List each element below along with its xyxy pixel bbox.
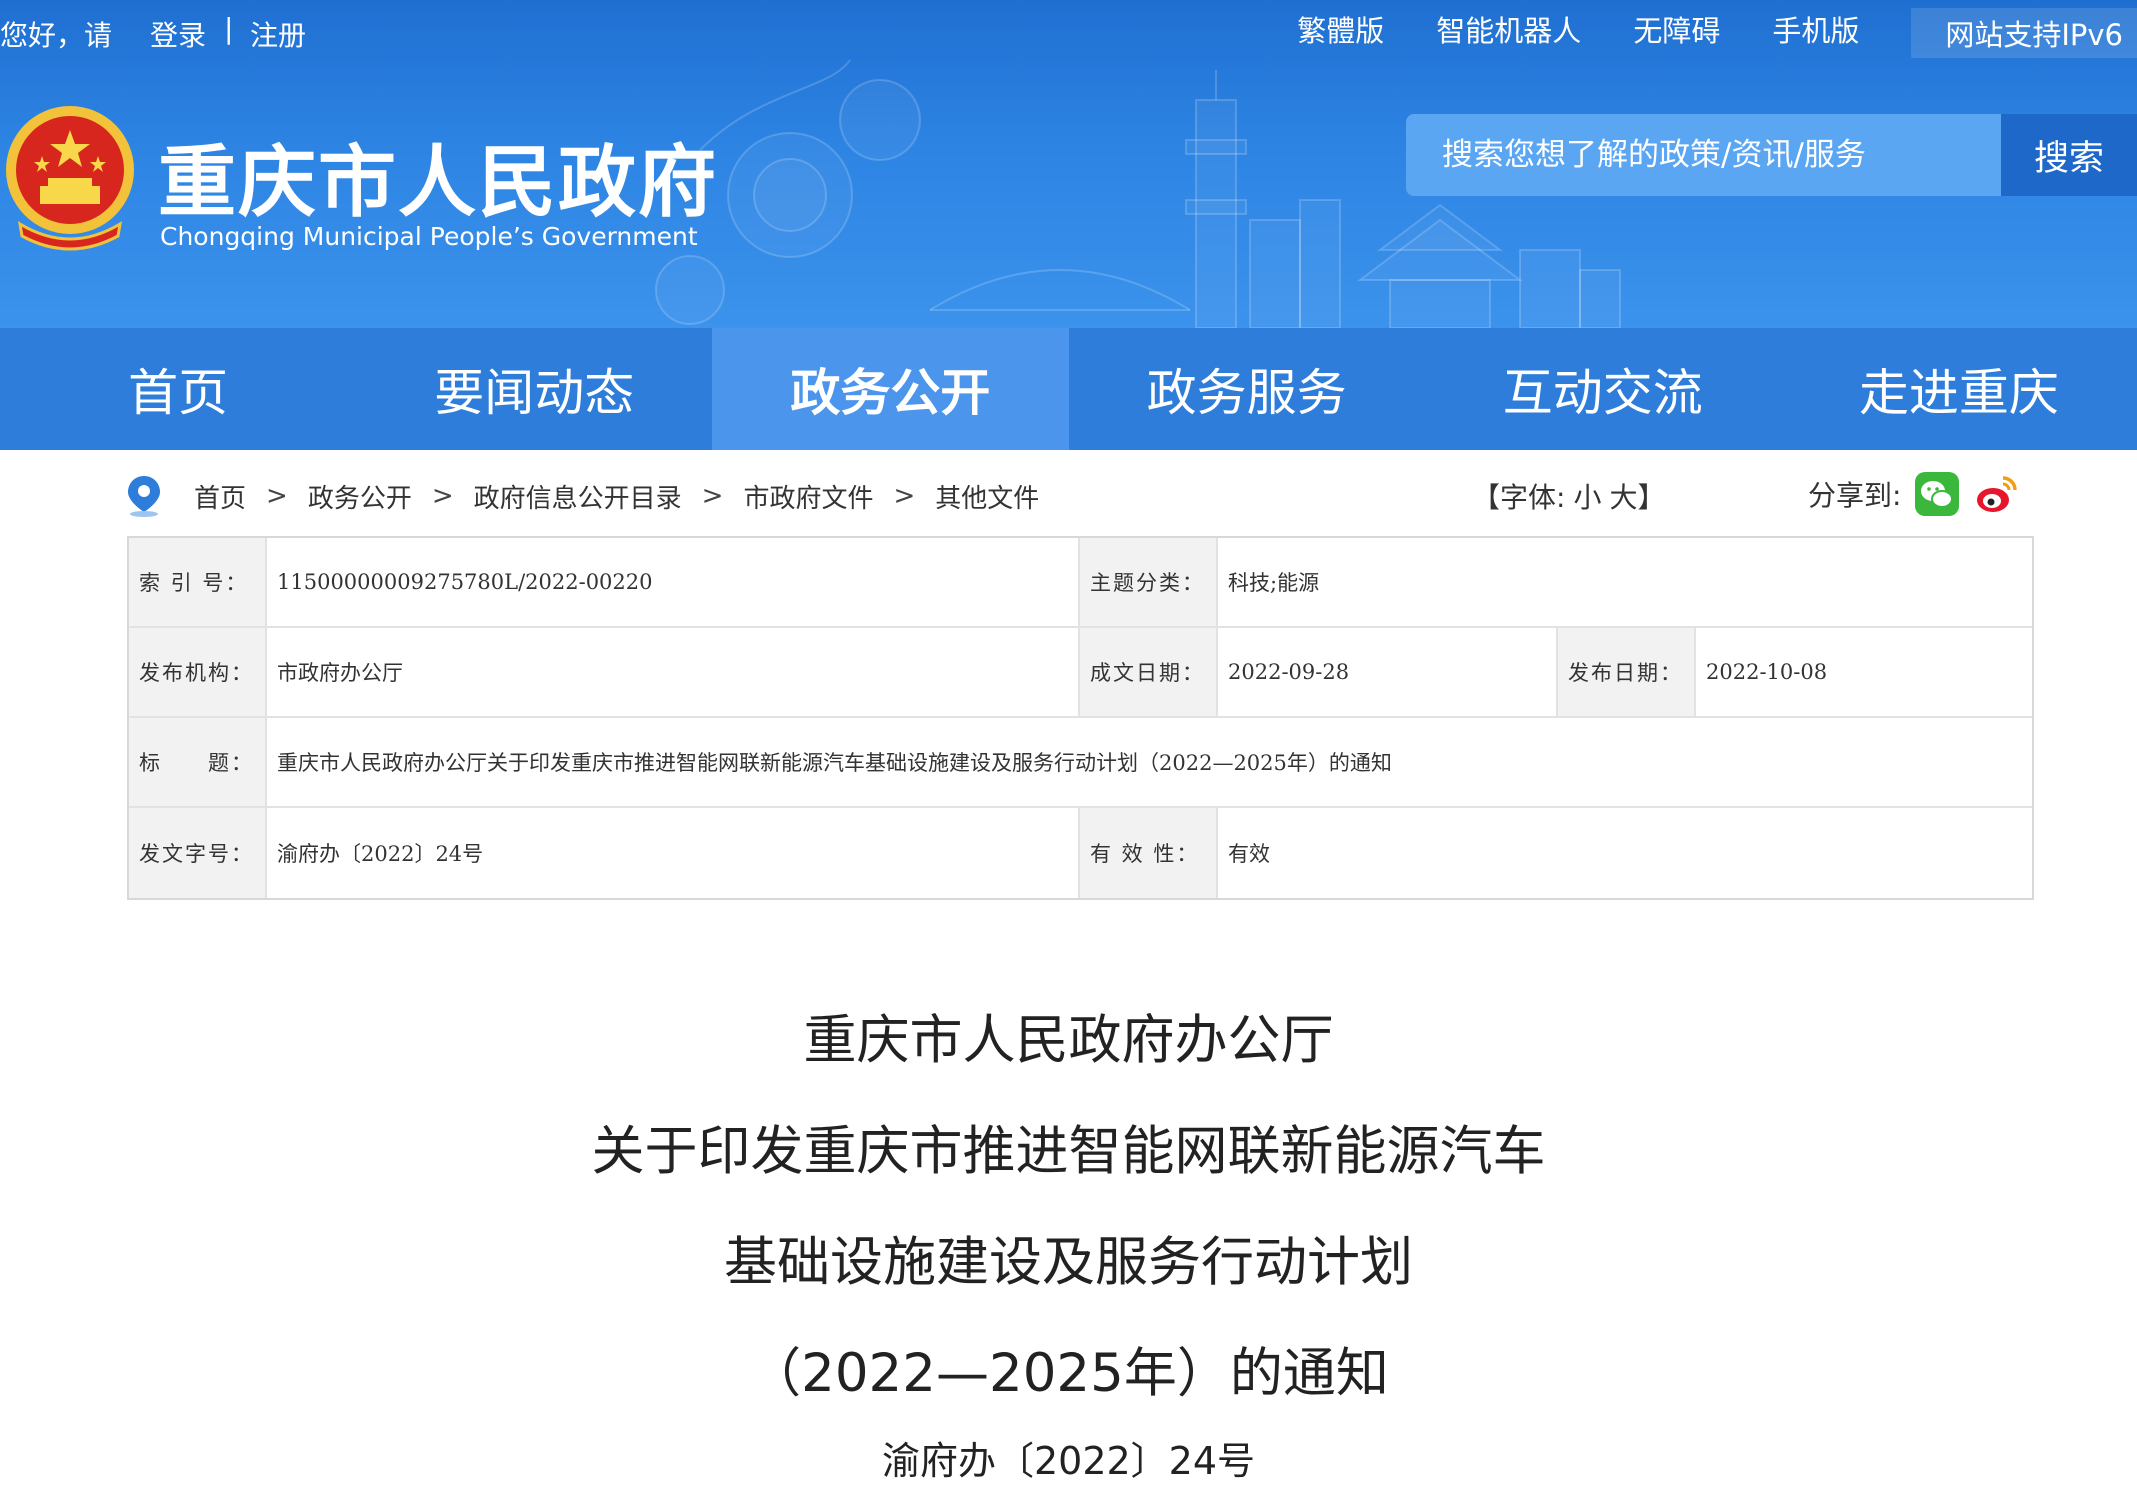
- search-button[interactable]: 搜索: [2001, 114, 2137, 196]
- national-emblem-icon: [6, 106, 134, 251]
- issuer-value: 市政府办公厅: [267, 628, 1080, 716]
- site-subtitle: Chongqing Municipal People’s Government: [160, 222, 698, 251]
- nav-item-gov-services[interactable]: 政务服务: [1069, 328, 1425, 450]
- search-box: 搜索: [1406, 114, 2137, 196]
- top-bar: 您好，请 登录 | 注册 繁體版 智能机器人 无障碍 手机版 网站支持IPv6: [0, 0, 2137, 66]
- nav-item-about-chongqing[interactable]: 走进重庆: [1781, 328, 2137, 450]
- doc-number-value: 渝府办〔2022〕24号: [267, 808, 1080, 898]
- meta-row: 标 题： 重庆市人民政府办公厅关于印发重庆市推进智能网联新能源汽车基础设施建设及…: [129, 718, 2032, 808]
- share-bar: 分享到:: [1808, 468, 2021, 520]
- site-title[interactable]: 重庆市人民政府: [158, 120, 718, 232]
- topic-value: 科技;能源: [1228, 571, 1320, 595]
- issuer-label: 发布机构：: [129, 628, 267, 716]
- document-title-line: 关于印发重庆市推进智能网联新能源汽车: [591, 1121, 1546, 1182]
- document-meta-table: 索 引 号： 11500000009275780L/2022-00220 主题分…: [127, 536, 2034, 900]
- doc-number-label: 发文字号：: [129, 808, 267, 898]
- smart-robot-link[interactable]: 智能机器人: [1436, 8, 1581, 50]
- main-nav: 首页 要闻动态 政务公开 政务服务 互动交流 走进重庆: [0, 328, 2137, 450]
- validity-label: 有 效 性：: [1080, 808, 1218, 898]
- wechat-icon[interactable]: [1913, 470, 1961, 518]
- breadcrumb-arrow: >: [893, 481, 916, 511]
- published-date-value: 2022-10-08: [1706, 660, 1828, 684]
- breadcrumb-arrow: >: [266, 481, 288, 511]
- document-number: 渝府办〔2022〕24号: [881, 1439, 1256, 1483]
- breadcrumb-arrow: >: [701, 481, 724, 511]
- font-size-label: 【字体:: [1472, 481, 1566, 514]
- greeting-text: 您好，请: [0, 19, 113, 52]
- nav-item-interaction[interactable]: 互动交流: [1425, 328, 1781, 450]
- breadcrumb: 首页 > 政务公开 > 政府信息公开目录 > 市政府文件 > 其他文件: [124, 474, 1039, 518]
- title-label: 标 题：: [129, 718, 267, 806]
- breadcrumb-home[interactable]: 首页: [194, 478, 246, 515]
- share-label: 分享到:: [1808, 479, 1902, 512]
- site-header: 您好，请 登录 | 注册 繁體版 智能机器人 无障碍 手机版 网站支持IPv6 …: [0, 0, 2137, 328]
- nav-item-home[interactable]: 首页: [0, 328, 356, 450]
- font-small-button[interactable]: 小: [1573, 476, 1601, 516]
- top-links: 繁體版 智能机器人 无障碍 手机版 网站支持IPv6: [1297, 0, 2137, 58]
- location-pin-icon: [128, 476, 160, 517]
- login-link[interactable]: 登录: [150, 14, 206, 54]
- meta-row: 索 引 号： 11500000009275780L/2022-00220 主题分…: [129, 538, 2032, 628]
- accessibility-link[interactable]: 无障碍: [1633, 8, 1720, 50]
- written-date-label: 成文日期：: [1080, 628, 1218, 716]
- mobile-version-link[interactable]: 手机版: [1772, 8, 1859, 50]
- breadcrumb-gov-affairs[interactable]: 政务公开: [308, 478, 412, 515]
- written-date-value: 2022-09-28: [1218, 628, 1558, 716]
- breadcrumb-other-docs[interactable]: 其他文件: [935, 478, 1039, 515]
- font-size-control: 【字体: 小 大】: [1468, 474, 1669, 518]
- published-date-label: 发布日期：: [1558, 628, 1696, 716]
- topic-label: 主题分类：: [1080, 538, 1218, 626]
- register-link[interactable]: 注册: [250, 14, 306, 54]
- document-title-line: 基础设施建设及服务行动计划: [724, 1232, 1413, 1293]
- document-title: 重庆市人民政府办公厅 关于印发重庆市推进智能网联新能源汽车 基础设施建设及服务行…: [0, 985, 2137, 1429]
- font-large-button[interactable]: 大】: [1609, 476, 1665, 516]
- meta-row: 发文字号： 渝府办〔2022〕24号 有 效 性： 有效: [129, 808, 2032, 898]
- index-label: 索 引 号：: [129, 538, 267, 626]
- index-value: 11500000009275780L/2022-00220: [267, 538, 1080, 626]
- separator: |: [224, 12, 234, 45]
- document-title-line: （2022—2025年）的通知: [748, 1343, 1389, 1404]
- ipv6-badge[interactable]: 网站支持IPv6: [1911, 8, 2137, 58]
- breadcrumb-municipal-docs[interactable]: 市政府文件: [743, 478, 873, 515]
- traditional-chinese-link[interactable]: 繁體版: [1297, 8, 1384, 50]
- nav-item-gov-affairs[interactable]: 政务公开: [712, 328, 1069, 450]
- nav-item-news[interactable]: 要闻动态: [356, 328, 712, 450]
- breadcrumb-info-catalog[interactable]: 政府信息公开目录: [474, 478, 682, 515]
- document-title-line: 重庆市人民政府办公厅: [803, 1010, 1334, 1071]
- breadcrumb-arrow: >: [431, 481, 454, 511]
- search-input[interactable]: [1406, 114, 2001, 196]
- title-value: 重庆市人民政府办公厅关于印发重庆市推进智能网联新能源汽车基础设施建设及服务行动计…: [277, 751, 1392, 775]
- weibo-icon[interactable]: [1973, 470, 2021, 518]
- meta-row: 发布机构： 市政府办公厅 成文日期： 2022-09-28 发布日期： 2022…: [129, 628, 2032, 718]
- validity-value: 有效: [1228, 842, 1270, 866]
